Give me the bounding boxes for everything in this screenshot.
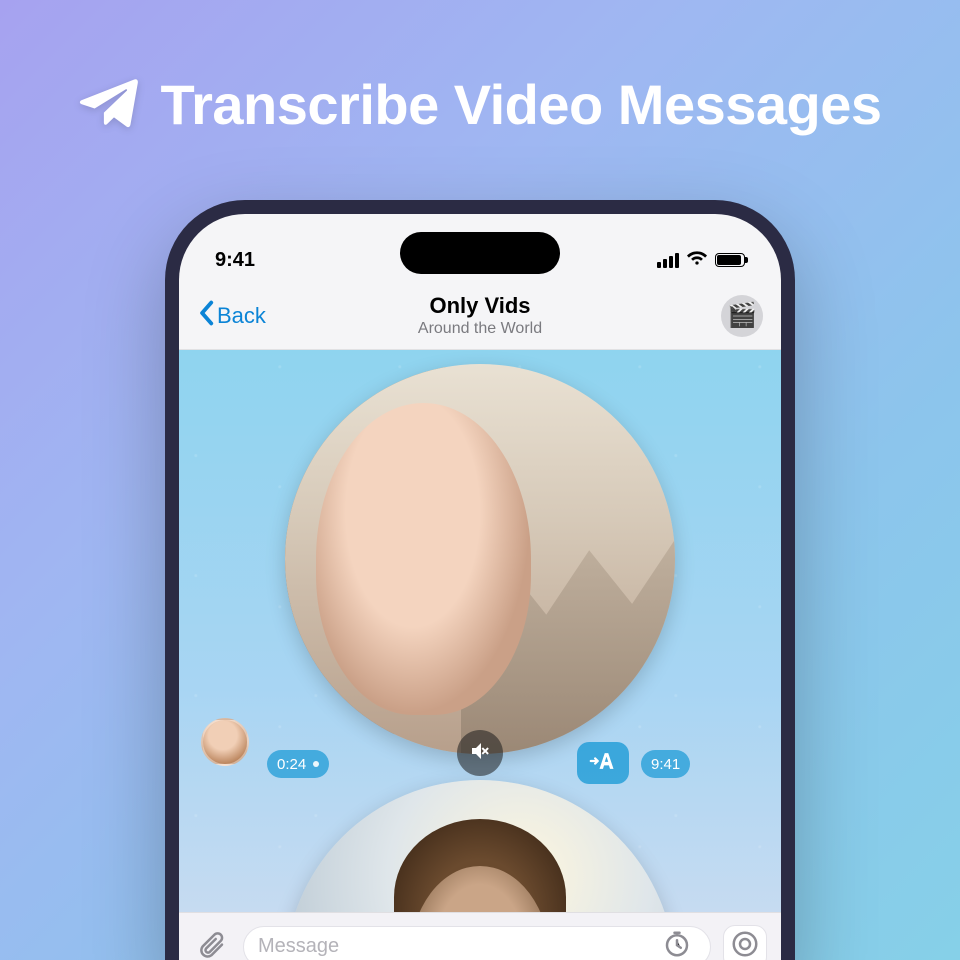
chat-header: Back Only Vids Around the World 🎬 [179,282,781,350]
speaker-muted-icon [468,739,492,768]
banner-title: Transcribe Video Messages [160,72,881,137]
telegram-icon [78,72,138,137]
chevron-left-icon [197,300,215,332]
wifi-icon [687,248,707,273]
chat-area[interactable]: 0:24 9:41 S [179,350,781,912]
duration-text: 0:24 [277,756,306,773]
chat-title[interactable]: Only Vids [179,293,781,319]
banner: Transcribe Video Messages [0,72,960,137]
status-time: 9:41 [215,249,255,272]
transcribe-icon [589,749,617,778]
back-button[interactable]: Back [197,300,266,332]
timer-icon [662,929,692,960]
message-input[interactable]: Message [243,926,711,960]
back-label: Back [217,303,266,329]
video-message[interactable] [285,364,675,754]
message-placeholder: Message [258,935,339,958]
chat-avatar[interactable]: 🎬 [721,295,763,337]
status-indicators [657,248,745,273]
voice-record-button[interactable] [723,925,767,960]
cellular-icon [657,253,679,268]
mute-button[interactable] [457,730,503,776]
battery-icon [715,253,745,267]
duration-badge: 0:24 [267,750,329,778]
attach-button[interactable] [193,928,231,960]
sender-avatar[interactable] [201,718,249,766]
transcribe-button[interactable] [577,742,629,784]
timestamp-text: 9:41 [651,756,680,773]
dynamic-island [400,232,560,274]
sticker-button[interactable] [658,928,696,960]
camera-shutter-icon [730,929,760,960]
phone-screen: 9:41 Back Only Vids [179,214,781,960]
phone-frame: 9:41 Back Only Vids [165,200,795,960]
video-message[interactable] [285,780,675,912]
chat-subtitle: Around the World [179,320,781,338]
message-composer: Message [179,912,781,960]
paperclip-icon [197,929,227,960]
promo-canvas: Transcribe Video Messages 9:41 [0,0,960,960]
timestamp-badge: 9:41 [641,750,690,778]
